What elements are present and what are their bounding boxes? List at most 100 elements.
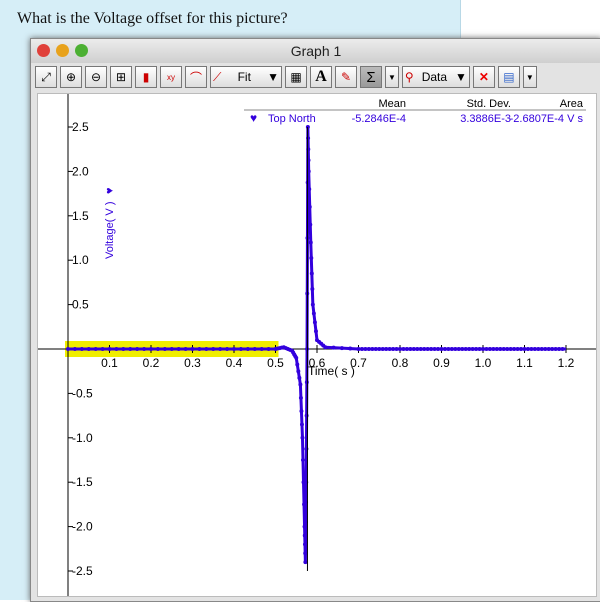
data-point	[218, 347, 223, 351]
data-point	[86, 347, 91, 351]
x-tick-label: 0.7	[350, 356, 367, 370]
data-point	[306, 136, 311, 141]
plot-area[interactable]: Mean Std. Dev. Area ♥ Top North -5.2846E…	[37, 93, 597, 597]
data-point	[238, 347, 243, 351]
data-point	[529, 347, 534, 351]
graph-options-arrow[interactable]: ▼	[522, 66, 537, 88]
data-point	[356, 347, 361, 351]
data-dropdown[interactable]: ⚲ Data ▼	[401, 66, 470, 88]
chart[interactable]: Mean Std. Dev. Area ♥ Top North -5.2846E…	[38, 94, 596, 596]
zoom-in-icon[interactable]: ⊕	[60, 66, 82, 88]
statistics-menu-arrow[interactable]: ▼	[385, 66, 399, 88]
data-point	[348, 346, 353, 351]
data-point	[487, 347, 492, 351]
examine-icon[interactable]: xy	[160, 66, 182, 88]
data-point	[505, 347, 510, 351]
data-point	[295, 362, 300, 367]
y-tick-label: 0.5	[72, 298, 89, 312]
question-text: What is the Voltage offset for this pict…	[17, 10, 288, 27]
data-point	[245, 347, 250, 351]
stats-header-mean: Mean	[378, 98, 406, 110]
data-point	[512, 347, 517, 351]
data-point	[308, 222, 313, 227]
data-point	[429, 347, 434, 351]
graph-options-icon[interactable]: ▤	[497, 66, 520, 88]
stats-mean: -5.2846E-4	[352, 113, 406, 125]
data-point	[252, 347, 257, 351]
data-point	[313, 329, 318, 334]
data-point	[309, 255, 314, 260]
data-point	[439, 347, 444, 351]
data-point	[296, 369, 301, 374]
delete-icon[interactable]: ✕	[472, 66, 495, 88]
data-point	[550, 347, 555, 351]
x-tick-label: 0.8	[392, 356, 409, 370]
data-point	[404, 347, 409, 351]
data-point	[302, 533, 307, 538]
tangent-icon[interactable]: ⌒	[185, 66, 207, 88]
data-point	[211, 347, 216, 351]
data-point	[377, 347, 382, 351]
zoom-out-icon[interactable]: ⊖	[85, 66, 107, 88]
data-point	[306, 147, 311, 152]
stats-series-name: Top North	[268, 113, 316, 125]
y-tick-label: 2.0	[72, 164, 89, 178]
data-point	[331, 345, 336, 350]
toolbar: ⤢ ⊕ ⊖ ⊞ ▮ xy ⌒ ⟋ Fit ▼ ▦ A ✎ Σ ▼ ⚲ Data ▼ ✕ …	[31, 63, 600, 91]
data-point	[463, 347, 468, 351]
data-point	[484, 347, 489, 351]
data-point	[294, 355, 299, 360]
data-point	[79, 347, 84, 351]
statistics-button[interactable]: Σ	[360, 66, 382, 88]
close-button[interactable]	[37, 44, 50, 57]
stats-header-std: Std. Dev.	[467, 98, 511, 110]
x-tick-label: 0.5	[267, 356, 284, 370]
minimize-button[interactable]	[56, 44, 69, 57]
data-point	[494, 347, 499, 351]
data-point	[309, 271, 314, 276]
x-tick-label: 0.4	[226, 356, 243, 370]
fit-dropdown[interactable]: ⟋ Fit ▼	[210, 66, 282, 88]
data-point	[387, 347, 392, 351]
data-point	[491, 347, 496, 351]
data-point	[298, 382, 303, 387]
autoscale-icon[interactable]: ⤢	[35, 66, 57, 88]
data-point	[304, 413, 309, 418]
data-point	[460, 347, 465, 351]
data-point	[107, 347, 112, 351]
text-tool-button[interactable]: A	[310, 66, 332, 88]
data-point	[359, 347, 364, 351]
data-point	[453, 347, 458, 351]
data-point	[422, 347, 427, 351]
data-point	[408, 347, 413, 351]
data-point	[436, 347, 441, 351]
calculator-icon[interactable]: ▦	[285, 66, 307, 88]
data-point	[299, 409, 304, 414]
data-point	[398, 347, 402, 351]
data-point	[481, 347, 485, 351]
series-marker-icon: ♥	[250, 111, 257, 125]
x-tick-label: 0.3	[184, 356, 201, 370]
x-tick-label: 1.1	[516, 356, 533, 370]
data-point	[380, 347, 385, 351]
stats-icon[interactable]: ▮	[135, 66, 157, 88]
data-point	[546, 347, 551, 351]
graph-window: Graph 1 ⤢ ⊕ ⊖ ⊞ ▮ xy ⌒ ⟋ Fit ▼ ▦ A ✎ Σ ▼ ⚲…	[30, 38, 600, 602]
data-point	[470, 347, 475, 351]
data-point	[299, 422, 304, 427]
zoom-box-icon[interactable]: ⊞	[110, 66, 132, 88]
data-point	[225, 347, 230, 351]
data-point	[300, 435, 305, 440]
draw-icon[interactable]: ✎	[335, 66, 357, 88]
data-point	[498, 347, 503, 351]
zoom-button[interactable]	[75, 44, 88, 57]
data-point	[100, 347, 105, 351]
title-bar[interactable]: Graph 1	[31, 39, 600, 63]
data-point	[300, 458, 305, 462]
data-point	[149, 347, 153, 351]
data-point	[66, 347, 70, 351]
x-tick-label: 1.0	[475, 356, 492, 370]
data-point	[370, 347, 375, 351]
data-point	[525, 347, 530, 351]
y-tick-label: 1.0	[72, 253, 89, 267]
